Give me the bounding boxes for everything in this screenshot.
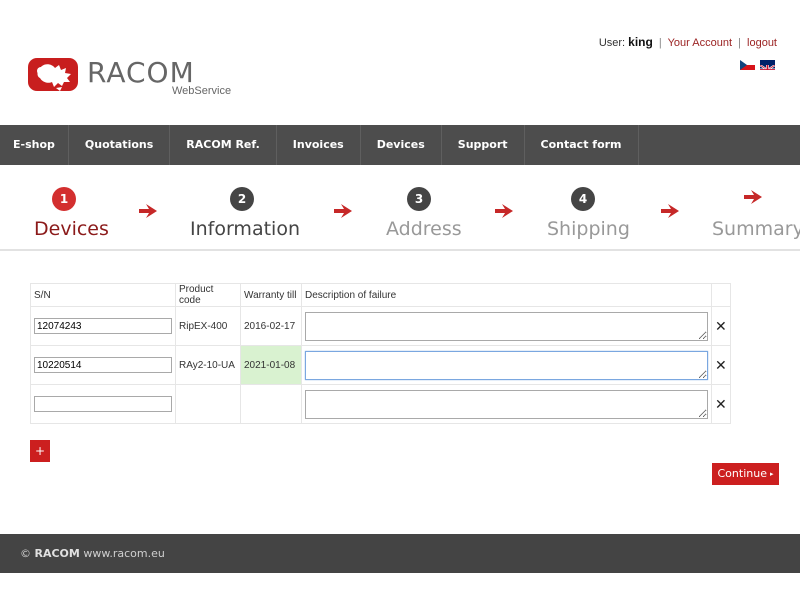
header: RACOM WebService User: king | Your Accou…: [0, 0, 800, 125]
step-4-number: 4: [571, 187, 595, 211]
product-code-cell: [175, 384, 241, 424]
sn-cell: [30, 345, 176, 385]
header-sn: S/N: [30, 283, 176, 307]
header-product-code: Product code: [175, 283, 241, 307]
nav-item-invoices[interactable]: Invoices: [277, 125, 361, 165]
nav-item-quotations[interactable]: Quotations: [69, 125, 171, 165]
step-1-label: Devices: [34, 218, 109, 240]
step-5-label: Summary: [712, 218, 800, 240]
logo-subtitle: WebService: [172, 85, 232, 97]
step-arrow-icon: [334, 204, 352, 218]
separator: |: [658, 37, 662, 49]
description-input[interactable]: [305, 389, 708, 419]
table-header-row: S/N Product code Warranty till Descripti…: [30, 283, 731, 307]
step-1-number: 1: [52, 187, 76, 211]
user-label: User:: [598, 37, 626, 49]
devices-table: S/N Product code Warranty till Descripti…: [30, 283, 731, 424]
checkout-steps: 1 Devices 2 Information 3 Address 4 Ship…: [0, 165, 800, 251]
product-code-cell: RAy2-10-UA: [175, 345, 241, 385]
footer: © RACOM www.racom.eu: [0, 534, 800, 573]
footer-url[interactable]: www.racom.eu: [83, 547, 164, 560]
step-arrow-icon: [139, 204, 157, 218]
description-cell: [301, 306, 712, 346]
step-arrow-icon: [744, 190, 762, 204]
table-row: ✕: [30, 384, 731, 424]
header-remove: [711, 283, 731, 307]
description-cell: [301, 384, 712, 424]
language-switcher: [740, 60, 775, 70]
description-input[interactable]: [305, 350, 708, 380]
nav-item-support[interactable]: Support: [442, 125, 525, 165]
remove-row-icon[interactable]: ✕: [711, 384, 731, 424]
description-input[interactable]: [305, 311, 708, 341]
user-bar: User: king | Your Account | logout: [599, 35, 777, 49]
continue-label: Continue: [717, 467, 767, 480]
gb-flag-icon[interactable]: [760, 60, 775, 70]
main-nav: E-shop Quotations RACOM Ref. Invoices De…: [0, 125, 800, 165]
sn-input[interactable]: [34, 396, 172, 412]
table-row: RipEX-400 2016-02-17 ✕: [30, 306, 731, 346]
warranty-cell: 2021-01-08: [240, 345, 302, 385]
header-description: Description of failure: [301, 283, 712, 307]
add-row-button[interactable]: +: [30, 440, 50, 462]
separator: |: [738, 37, 741, 49]
sn-input[interactable]: [34, 318, 172, 334]
header-warranty: Warranty till: [240, 283, 302, 307]
product-code-cell: RipEX-400: [175, 306, 241, 346]
nav-item-racom-ref[interactable]: RACOM Ref.: [170, 125, 277, 165]
racom-logo[interactable]: RACOM WebService: [28, 56, 243, 102]
sn-cell: [30, 306, 176, 346]
your-account-link[interactable]: Your Account: [668, 37, 732, 49]
remove-row-icon[interactable]: ✕: [711, 345, 731, 385]
racom-logo-icon: [28, 58, 78, 91]
description-cell: [301, 345, 712, 385]
remove-row-icon[interactable]: ✕: [711, 306, 731, 346]
step-2-number: 2: [230, 187, 254, 211]
footer-brand: RACOM: [34, 547, 80, 560]
step-4-label: Shipping: [547, 218, 630, 240]
play-arrow-icon: ▸: [769, 470, 774, 478]
sn-cell: [30, 384, 176, 424]
username: king: [628, 35, 653, 49]
table-row: RAy2-10-UA 2021-01-08 ✕: [30, 345, 731, 385]
step-arrow-icon: [495, 204, 513, 218]
nav-item-eshop[interactable]: E-shop: [0, 125, 69, 165]
step-arrow-icon: [661, 204, 679, 218]
sn-input[interactable]: [34, 357, 172, 373]
nav-item-devices[interactable]: Devices: [361, 125, 442, 165]
nav-item-contact-form[interactable]: Contact form: [525, 125, 639, 165]
cz-flag-icon[interactable]: [740, 60, 755, 70]
warranty-cell: [240, 384, 302, 424]
warranty-cell: 2016-02-17: [240, 306, 302, 346]
step-3-label: Address: [386, 218, 462, 240]
copyright-symbol: ©: [20, 547, 31, 560]
continue-button[interactable]: Continue ▸: [712, 463, 779, 485]
step-3-number: 3: [407, 187, 431, 211]
logout-link[interactable]: logout: [747, 37, 777, 49]
step-2-label: Information: [190, 218, 300, 240]
